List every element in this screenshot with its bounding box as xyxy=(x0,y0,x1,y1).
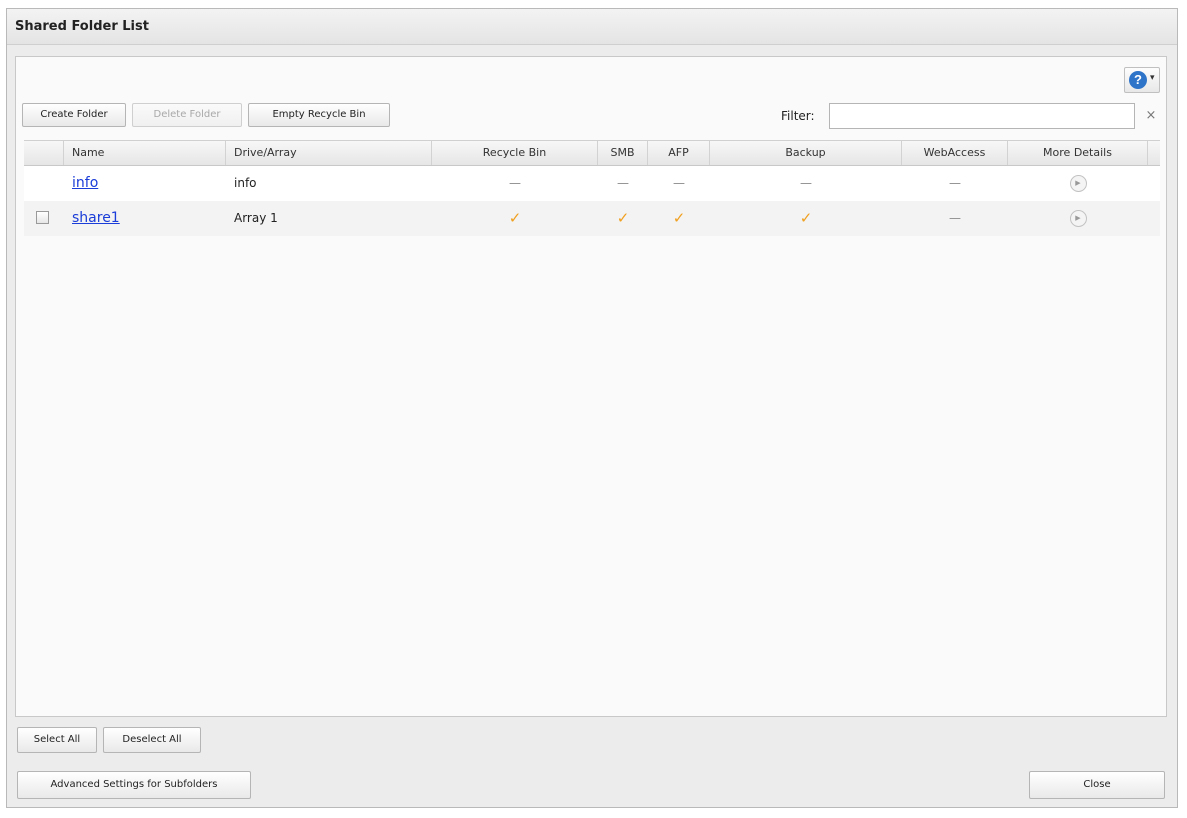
more-details-cell: ▶ xyxy=(1008,201,1148,236)
dialog-title-bar: Shared Folder List xyxy=(7,9,1177,45)
dialog-title: Shared Folder List xyxy=(15,19,149,34)
column-header-recycle-bin[interactable]: Recycle Bin xyxy=(432,141,598,165)
webaccess-status: — xyxy=(949,176,961,190)
clear-filter-icon[interactable]: × xyxy=(1140,104,1162,128)
column-header-backup[interactable]: Backup xyxy=(710,141,902,165)
recycle-bin-status: — xyxy=(509,176,521,190)
empty-recycle-bin-button[interactable]: Empty Recycle Bin xyxy=(248,103,390,127)
create-folder-button[interactable]: Create Folder xyxy=(22,103,126,127)
deselect-all-button[interactable]: Deselect All xyxy=(103,727,201,753)
smb-status: ✓ xyxy=(616,209,630,227)
filter-input[interactable] xyxy=(829,103,1135,129)
row-checkbox[interactable] xyxy=(36,211,49,224)
column-header-name[interactable]: Name xyxy=(64,141,226,165)
folder-name-link[interactable]: info xyxy=(72,175,98,191)
play-icon[interactable]: ▶ xyxy=(1069,175,1087,192)
filter-label: Filter: xyxy=(781,109,815,123)
afp-status: — xyxy=(673,176,685,190)
help-icon: ? xyxy=(1129,71,1147,89)
column-header-drive[interactable]: Drive/Array xyxy=(226,141,432,165)
help-button[interactable]: ? ▾ xyxy=(1124,67,1160,93)
advanced-settings-button[interactable]: Advanced Settings for Subfolders xyxy=(17,771,251,799)
column-header-select xyxy=(24,141,64,165)
column-header-webaccess[interactable]: WebAccess xyxy=(902,141,1008,165)
afp-status: ✓ xyxy=(672,209,686,227)
more-details-cell: ▶ xyxy=(1008,166,1148,201)
smb-status: — xyxy=(617,176,629,190)
backup-status: ✓ xyxy=(799,209,813,227)
table-row[interactable]: info info — — — — — ▶ xyxy=(24,166,1160,201)
close-button[interactable]: Close xyxy=(1029,771,1165,799)
webaccess-status: — xyxy=(949,211,961,225)
shared-folder-dialog: Shared Folder List ? ▾ Create Folder Del… xyxy=(6,8,1178,808)
drive-cell: Array 1 xyxy=(234,211,278,225)
folder-name-cell: info xyxy=(72,166,226,201)
recycle-bin-status: ✓ xyxy=(508,209,522,227)
column-header-smb[interactable]: SMB xyxy=(598,141,648,165)
backup-status: — xyxy=(800,176,812,190)
column-header-afp[interactable]: AFP xyxy=(648,141,710,165)
folder-name-cell: share1 xyxy=(72,201,226,236)
table-row[interactable]: share1 Array 1 ✓ ✓ ✓ ✓ — ▶ xyxy=(24,201,1160,236)
select-all-button[interactable]: Select All xyxy=(17,727,97,753)
dialog-content: ? ▾ Create Folder Delete Folder Empty Re… xyxy=(15,56,1167,717)
folder-name-link[interactable]: share1 xyxy=(72,210,120,226)
drive-cell: info xyxy=(234,176,257,190)
table-header: Name Drive/Array Recycle Bin SMB AFP Bac… xyxy=(24,140,1160,166)
column-header-more-details[interactable]: More Details xyxy=(1008,141,1148,165)
chevron-down-icon: ▾ xyxy=(1150,73,1155,83)
play-icon[interactable]: ▶ xyxy=(1069,210,1087,227)
delete-folder-button[interactable]: Delete Folder xyxy=(132,103,242,127)
